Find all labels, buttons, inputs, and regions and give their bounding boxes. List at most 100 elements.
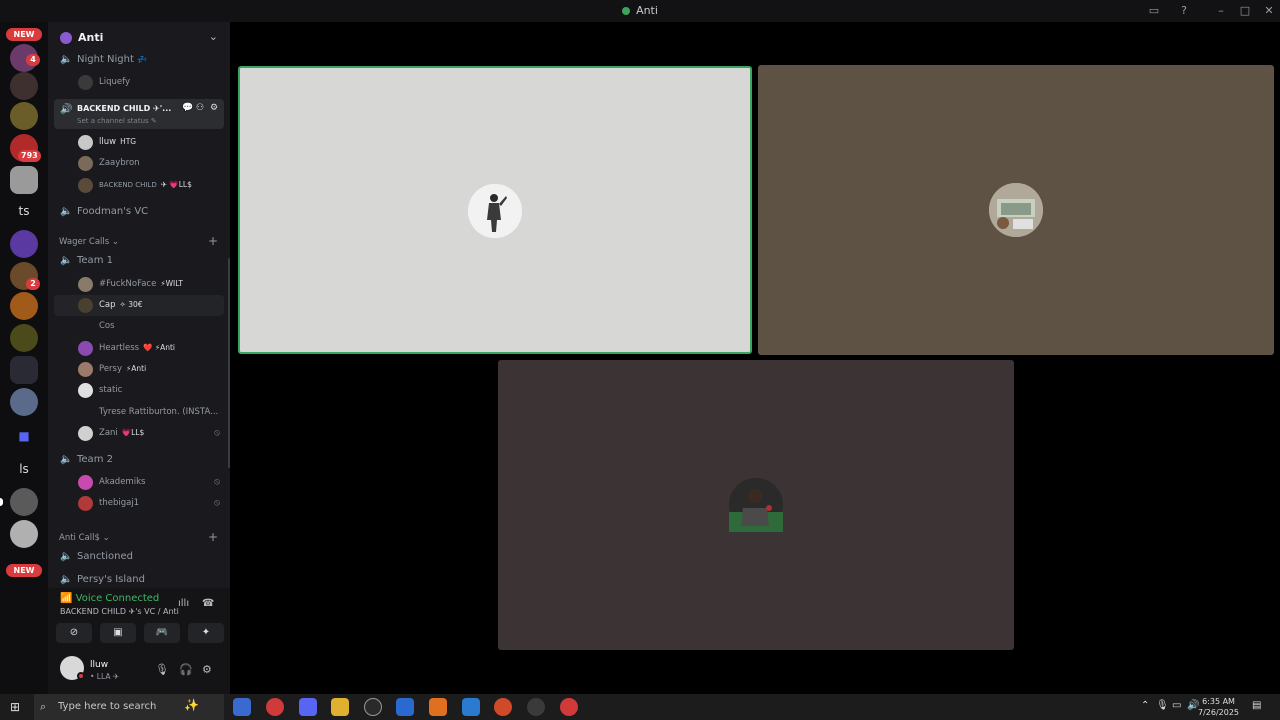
avatar xyxy=(78,298,93,313)
help-icon[interactable]: ? xyxy=(1176,3,1192,19)
chat-icon[interactable]: 💬 xyxy=(182,103,193,113)
voice-channel-persys-island[interactable]: 🔈 Persy's Island xyxy=(48,570,230,590)
voice-user[interactable]: Zani 💗LL$ ⦸ xyxy=(48,423,230,444)
voice-channel-team-2[interactable]: 🔈 Team 2 xyxy=(48,450,230,470)
microphone-icon[interactable]: 🎙 xyxy=(155,663,169,676)
voice-channel-team-1[interactable]: 🔈 Team 1 xyxy=(48,251,230,271)
windows-start-icon[interactable]: ⊞ xyxy=(10,700,20,714)
voice-user[interactable]: Cos xyxy=(48,316,230,337)
microphone-icon[interactable]: 🎙 xyxy=(1156,700,1169,711)
voice-channel-night-night[interactable]: 🔈 Night Night 💤 xyxy=(48,50,230,70)
gear-icon[interactable]: ⚙ xyxy=(210,103,218,113)
voice-user[interactable]: Akademiks ⦸ xyxy=(48,472,230,493)
participant-tile-speaking[interactable] xyxy=(238,66,752,354)
speaker-icon: 🔈 xyxy=(60,574,73,585)
store-icon[interactable] xyxy=(396,698,414,716)
app-icon[interactable] xyxy=(560,698,578,716)
activity-button[interactable]: 🎮 xyxy=(144,623,180,643)
voice-user[interactable]: Cap ✧ 30€ xyxy=(48,295,230,316)
soundboard-button[interactable]: ✦ xyxy=(188,623,224,643)
gear-icon[interactable]: ⚙ xyxy=(202,663,212,676)
current-user-status: • LLA ✈ xyxy=(90,672,120,681)
server-icon[interactable] xyxy=(10,292,38,320)
screen-share-button[interactable]: ▣ xyxy=(100,623,136,643)
server-text-icon[interactable]: ts xyxy=(10,197,38,225)
participant-tile[interactable] xyxy=(758,65,1274,355)
folder-icon[interactable]: ■ xyxy=(10,422,38,450)
voice-user[interactable]: Liquefy xyxy=(48,72,230,93)
taskbar: ⊞ ⌕ Type here to search ✨ ⌃ 🎙 ▭ 🔊 6:35 A… xyxy=(0,694,1280,720)
server-icon[interactable] xyxy=(10,324,38,352)
maximize-button[interactable]: □ xyxy=(1237,3,1253,19)
notifications-icon[interactable]: ▤ xyxy=(1252,700,1261,711)
category-wager-calls[interactable]: Wager Calls ⌄ + xyxy=(48,234,230,250)
app-icon[interactable] xyxy=(494,698,512,716)
voice-user[interactable]: Persy ⚡Anti xyxy=(48,359,230,380)
avatar xyxy=(78,426,93,441)
voice-channel-backend-child[interactable]: 🔊 BACKEND CHILD ✈'... Set a channel stat… xyxy=(54,99,224,129)
avatar xyxy=(78,362,93,377)
search-icon: ⌕ xyxy=(40,700,47,713)
invite-icon[interactable]: ⚇ xyxy=(196,103,204,113)
avatar xyxy=(78,178,93,193)
voice-user[interactable]: thebigaj1 ⦸ xyxy=(48,493,230,514)
server-icon[interactable] xyxy=(10,356,38,384)
add-channel-icon[interactable]: + xyxy=(208,234,218,248)
chrome-icon[interactable] xyxy=(266,698,284,716)
voice-channel-foodman[interactable]: 🔈 Foodman's VC xyxy=(48,202,230,222)
server-icon[interactable] xyxy=(10,72,38,100)
folder-icon[interactable] xyxy=(331,698,349,716)
close-button[interactable]: ✕ xyxy=(1261,3,1277,19)
avatar xyxy=(78,75,93,90)
minimize-button[interactable]: – xyxy=(1213,3,1229,19)
voice-user[interactable]: #FuckNoFace ⚡WILT xyxy=(48,274,230,295)
server-icon[interactable] xyxy=(10,166,38,194)
guild-name: Anti xyxy=(78,31,104,44)
voice-status[interactable]: 📶 Voice Connected xyxy=(60,593,159,604)
title-bar: Anti ▭ ? – □ ✕ xyxy=(0,0,1280,22)
network-icon[interactable]: ▭ xyxy=(1172,700,1181,711)
voice-user[interactable]: BACKEND CHILD ✈ 💗LL$ xyxy=(48,175,230,196)
speaker-icon: 🔈 xyxy=(60,551,73,562)
copilot-icon[interactable] xyxy=(233,698,251,716)
server-text-icon[interactable]: ls xyxy=(10,455,38,483)
voice-user[interactable]: Zaaybron xyxy=(48,153,230,174)
app-icon[interactable] xyxy=(364,698,382,716)
category-anti-calls[interactable]: Anti Call$ ⌄ + xyxy=(48,530,230,546)
server-icon[interactable] xyxy=(10,388,38,416)
chevron-down-icon[interactable]: ⌄ xyxy=(209,30,218,43)
deafened-icon: ⦸ xyxy=(214,477,220,487)
server-icon[interactable] xyxy=(10,230,38,258)
inbox-icon[interactable]: ▭ xyxy=(1146,3,1162,19)
voice-user[interactable]: lluw HTG xyxy=(48,132,230,153)
avatar xyxy=(468,184,522,238)
chevron-up-icon[interactable]: ⌃ xyxy=(1141,700,1149,711)
headphones-icon[interactable]: 🎧 xyxy=(179,663,193,676)
app-icon[interactable] xyxy=(429,698,447,716)
disconnect-icon[interactable]: ☎ xyxy=(202,598,214,609)
taskbar-clock[interactable]: 6:35 AM 7/26/2025 xyxy=(1198,696,1239,718)
avatar xyxy=(78,496,93,511)
voice-channel-sanctioned[interactable]: 🔈 Sanctioned xyxy=(48,547,230,567)
voice-user[interactable]: Tyrese Rattiburton. (INSTA... xyxy=(48,402,230,423)
taskbar-search[interactable]: ⌕ Type here to search ✨ xyxy=(34,694,224,720)
add-channel-icon[interactable]: + xyxy=(208,530,218,544)
discord-icon[interactable] xyxy=(299,698,317,716)
participant-tile[interactable] xyxy=(498,360,1014,650)
new-badge: NEW xyxy=(6,28,42,41)
voice-user[interactable]: static xyxy=(48,380,230,401)
server-icon[interactable] xyxy=(10,520,38,548)
noise-suppression-icon[interactable]: ıllı xyxy=(178,598,189,609)
voice-user[interactable]: Heartless ❤️ ⚡Anti xyxy=(48,338,230,359)
app-icon[interactable] xyxy=(462,698,480,716)
speaker-icon: 🔊 xyxy=(60,104,73,115)
server-icon[interactable] xyxy=(10,102,38,130)
mention-badge: 4 xyxy=(26,54,40,66)
unread-pip xyxy=(0,498,3,506)
person-silhouette-icon xyxy=(468,184,522,238)
settings-icon[interactable] xyxy=(527,698,545,716)
camera-off-button[interactable]: ⊘ xyxy=(56,623,92,643)
voice-location[interactable]: BACKEND CHILD ✈'s VC / Anti xyxy=(60,607,179,616)
deafened-icon: ⦸ xyxy=(214,498,220,508)
server-icon[interactable] xyxy=(10,488,38,516)
